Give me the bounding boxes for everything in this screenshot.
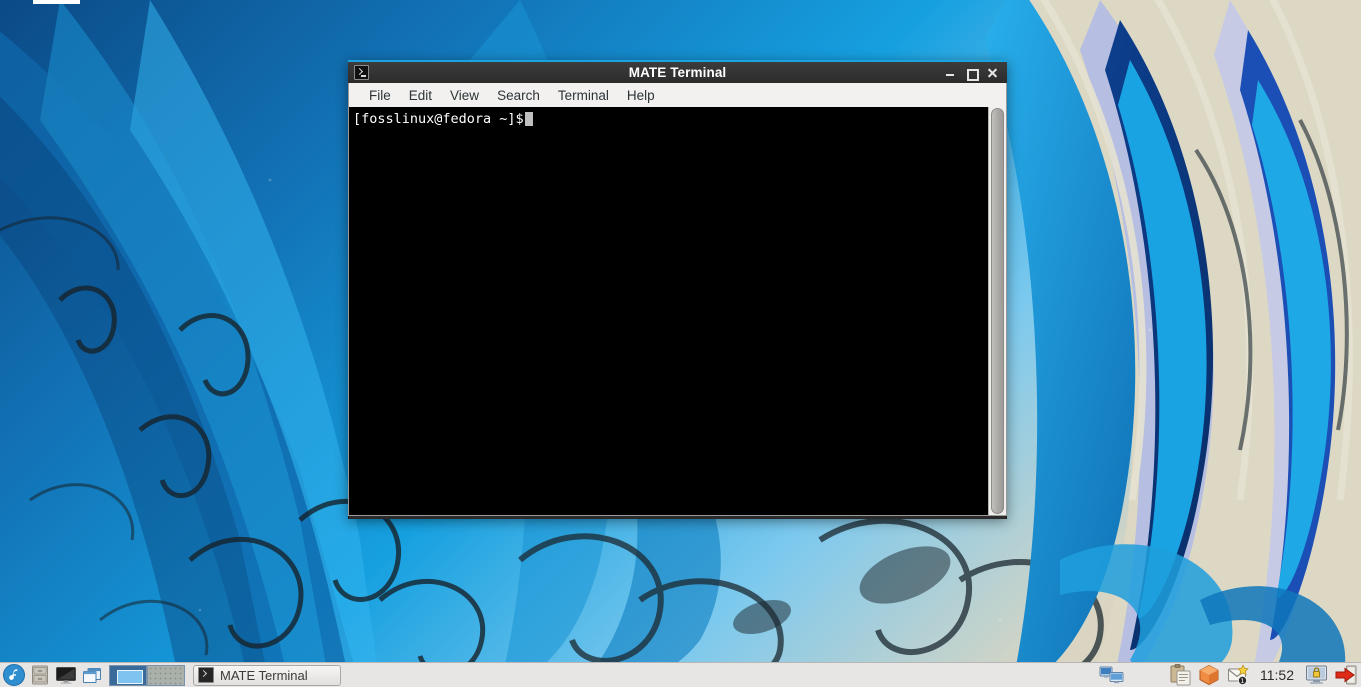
- menu-file[interactable]: File: [360, 86, 400, 105]
- show-desktop-icon[interactable]: [80, 663, 104, 687]
- clipboard-icon[interactable]: [1169, 664, 1191, 686]
- clock[interactable]: 11:52: [1256, 667, 1298, 683]
- svg-text:1: 1: [1240, 677, 1244, 685]
- menubar[interactable]: File Edit View Search Terminal Help: [348, 83, 1007, 107]
- window-list[interactable]: MATE Terminal: [193, 665, 341, 686]
- workspace-switcher[interactable]: [109, 665, 185, 686]
- terminal-body[interactable]: [fosslinux@fedora ~]$: [348, 107, 1007, 516]
- updates-icon[interactable]: [1198, 664, 1220, 686]
- menu-help[interactable]: Help: [618, 86, 664, 105]
- scrollbar-thumb[interactable]: [991, 108, 1004, 514]
- minimize-button[interactable]: [944, 66, 956, 79]
- notifications-icon[interactable]: 1: [1227, 664, 1249, 686]
- window-bottom-edge: [348, 516, 1007, 519]
- window-controls[interactable]: [944, 66, 1007, 79]
- workspace-2[interactable]: [147, 665, 185, 686]
- terminal-window[interactable]: MATE Terminal File Edit View Search Term…: [348, 60, 1007, 518]
- window-title: MATE Terminal: [348, 65, 1007, 80]
- menu-terminal[interactable]: Terminal: [549, 86, 618, 105]
- desktop[interactable]: MATE Terminal File Edit View Search Term…: [0, 0, 1361, 687]
- system-tray[interactable]: 1 11:52: [1099, 664, 1361, 686]
- bottom-panel[interactable]: MATE Terminal: [0, 662, 1361, 687]
- shell-prompt: [fosslinux@fedora ~]$: [353, 111, 524, 127]
- workspace-1[interactable]: [109, 665, 147, 686]
- panel-launchers[interactable]: [0, 663, 104, 687]
- terminal-screen[interactable]: [fosslinux@fedora ~]$: [349, 107, 988, 515]
- close-button[interactable]: [986, 66, 998, 79]
- logout-icon[interactable]: [1334, 664, 1356, 686]
- menu-edit[interactable]: Edit: [400, 86, 441, 105]
- maximize-button[interactable]: [965, 66, 977, 79]
- terminal-icon: [198, 667, 214, 683]
- top-panel-artifact: [33, 0, 80, 4]
- network-icon[interactable]: [1099, 664, 1121, 686]
- terminal-launcher-icon[interactable]: [54, 663, 78, 687]
- terminal-cursor: [525, 112, 533, 126]
- menu-search[interactable]: Search: [488, 86, 549, 105]
- terminal-icon: [354, 65, 369, 80]
- terminal-scrollbar[interactable]: [988, 107, 1006, 515]
- window-titlebar[interactable]: MATE Terminal: [348, 60, 1007, 83]
- fedora-menu-icon[interactable]: [2, 663, 26, 687]
- lock-screen-icon[interactable]: [1305, 664, 1327, 686]
- menu-view[interactable]: View: [441, 86, 488, 105]
- file-manager-icon[interactable]: [28, 663, 52, 687]
- task-button-label: MATE Terminal: [220, 668, 308, 683]
- task-button-mate-terminal[interactable]: MATE Terminal: [193, 665, 341, 686]
